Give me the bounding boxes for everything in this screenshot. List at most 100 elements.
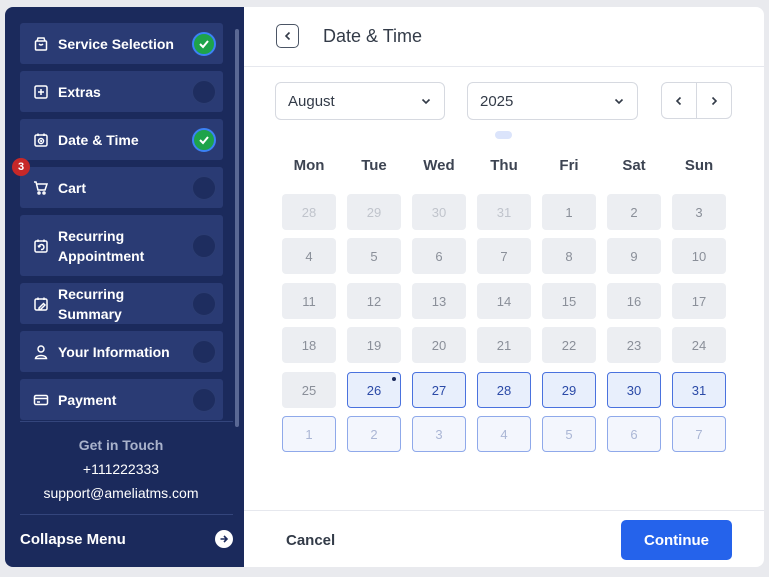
- main-panel: Date & Time August 2025 Mon Tue Wed Thu Fri S…: [244, 7, 764, 567]
- status-circle: [192, 291, 216, 316]
- plus-square-icon: [33, 84, 49, 100]
- calendar-day[interactable]: 1: [282, 416, 336, 452]
- calendar-day: 5: [347, 238, 401, 274]
- month-select-value: August: [288, 92, 335, 110]
- calendar-day: 3: [672, 194, 726, 230]
- calendar-day[interactable]: 5: [542, 416, 596, 452]
- continue-button[interactable]: Continue: [621, 520, 732, 560]
- calendar-day[interactable]: 31: [672, 372, 726, 408]
- calendar-day: 11: [282, 283, 336, 319]
- status-circle: [192, 339, 216, 364]
- calendar-day-number: 23: [626, 337, 642, 353]
- weekday-header: Mon: [293, 157, 325, 174]
- calendar-day[interactable]: 30: [607, 372, 661, 408]
- weekday-header: Sun: [684, 157, 714, 174]
- weekday-header: Thu: [490, 157, 518, 174]
- sidebar-item-label: Recurring Summary: [58, 285, 125, 322]
- calendar-day-number: 14: [496, 293, 512, 309]
- calendar-day-number: 27: [431, 382, 447, 398]
- calendar-day-number: 30: [431, 204, 447, 220]
- calendar-day[interactable]: 6: [607, 416, 661, 452]
- month-nav: [661, 82, 732, 119]
- next-month-button[interactable]: [696, 83, 731, 118]
- calendar-day[interactable]: 7: [672, 416, 726, 452]
- calendar-day: 25: [282, 372, 336, 408]
- calendar-day-number: 29: [366, 204, 382, 220]
- calendar-day-number: 18: [301, 337, 317, 353]
- month-select[interactable]: August: [275, 82, 445, 120]
- calendar-day[interactable]: 27: [412, 372, 466, 408]
- calendar-day-number: 7: [500, 248, 508, 264]
- calendar-day-number: 31: [691, 382, 707, 398]
- sidebar-item-recurring-summary[interactable]: Recurring Summary: [20, 283, 223, 324]
- sidebar-item-service-selection[interactable]: Service Selection: [20, 23, 223, 64]
- calendar-day-number: 30: [626, 382, 642, 398]
- chevron-left-icon: [675, 96, 682, 105]
- calendar-day-number: 20: [431, 337, 447, 353]
- calendar-day[interactable]: 2: [347, 416, 401, 452]
- chevron-left-icon: [284, 31, 290, 41]
- calendar-day: 7: [477, 238, 531, 274]
- calendar-day: 21: [477, 327, 531, 363]
- calendar-day-number: 8: [565, 248, 573, 264]
- divider: [20, 514, 233, 515]
- sidebar-item-your-information[interactable]: Your Information: [20, 331, 223, 372]
- sidebar-scrollbar[interactable]: [235, 29, 239, 427]
- calendar-day: 2: [607, 194, 661, 230]
- sidebar-item-date-time[interactable]: Date & Time: [20, 119, 223, 160]
- calendar-day[interactable]: 3: [412, 416, 466, 452]
- calendar-day: 31: [477, 194, 531, 230]
- sidebar-item-label: Cart: [58, 179, 87, 196]
- calendar-day: 9: [607, 238, 661, 274]
- sidebar-item-extras[interactable]: Extras: [20, 71, 223, 112]
- footer: Cancel Continue: [244, 510, 764, 567]
- calendar-day-number: 7: [695, 426, 703, 442]
- calendar-day: 15: [542, 283, 596, 319]
- collapse-menu-button[interactable]: Collapse Menu: [20, 527, 233, 551]
- calendar-day: 19: [347, 327, 401, 363]
- calendar-day-number: 15: [561, 293, 577, 309]
- calendar-repeat-icon: [33, 238, 49, 254]
- sidebar-item-label: Recurring Appointment: [58, 227, 145, 264]
- calendar-day-number: 6: [630, 426, 638, 442]
- calendar-day: 28: [282, 194, 336, 230]
- sidebar-item-label: Extras: [58, 83, 101, 100]
- status-circle: [192, 175, 216, 200]
- calendar-day: 30: [412, 194, 466, 230]
- back-button[interactable]: [276, 24, 299, 48]
- calendar-edit-icon: [33, 296, 49, 312]
- calendar-day[interactable]: 29: [542, 372, 596, 408]
- calendar-day-number: 4: [500, 426, 508, 442]
- sidebar-item-recurring-appointment[interactable]: Recurring Appointment: [20, 215, 223, 276]
- calendar-day: 20: [412, 327, 466, 363]
- calendar-day-number: 10: [691, 248, 707, 264]
- calendar-day-number: 9: [630, 248, 638, 264]
- calendar-day-number: 13: [431, 293, 447, 309]
- calendar-day-number: 28: [496, 382, 512, 398]
- calendar-day: 24: [672, 327, 726, 363]
- weekday-header: Tue: [361, 157, 387, 174]
- calendar-day: 18: [282, 327, 336, 363]
- sidebar-item-payment[interactable]: Payment: [20, 379, 223, 420]
- user-icon: [33, 344, 49, 360]
- contact-email[interactable]: support@ameliatms.com: [5, 483, 237, 503]
- calendar-day-number: 21: [496, 337, 512, 353]
- sidebar-item-label: Service Selection: [58, 35, 174, 52]
- calendar-day-number: 22: [561, 337, 577, 353]
- calendar-day: 23: [607, 327, 661, 363]
- status-circle: [192, 233, 216, 258]
- calendar-day[interactable]: 28: [477, 372, 531, 408]
- cancel-button[interactable]: Cancel: [286, 532, 335, 549]
- header: Date & Time: [244, 7, 764, 67]
- prev-month-button[interactable]: [662, 83, 696, 118]
- year-select[interactable]: 2025: [467, 82, 638, 120]
- calendar-day[interactable]: 26: [347, 372, 401, 408]
- today-dot: [392, 377, 396, 381]
- calendar-day[interactable]: 4: [477, 416, 531, 452]
- collapse-menu-label: Collapse Menu: [20, 530, 126, 548]
- loading-indicator: [495, 131, 512, 139]
- calendar-day: 8: [542, 238, 596, 274]
- contact-phone[interactable]: +111222333: [5, 459, 237, 479]
- calendar-day-number: 3: [695, 204, 703, 220]
- sidebar-item-cart[interactable]: 3 Cart: [12, 158, 223, 208]
